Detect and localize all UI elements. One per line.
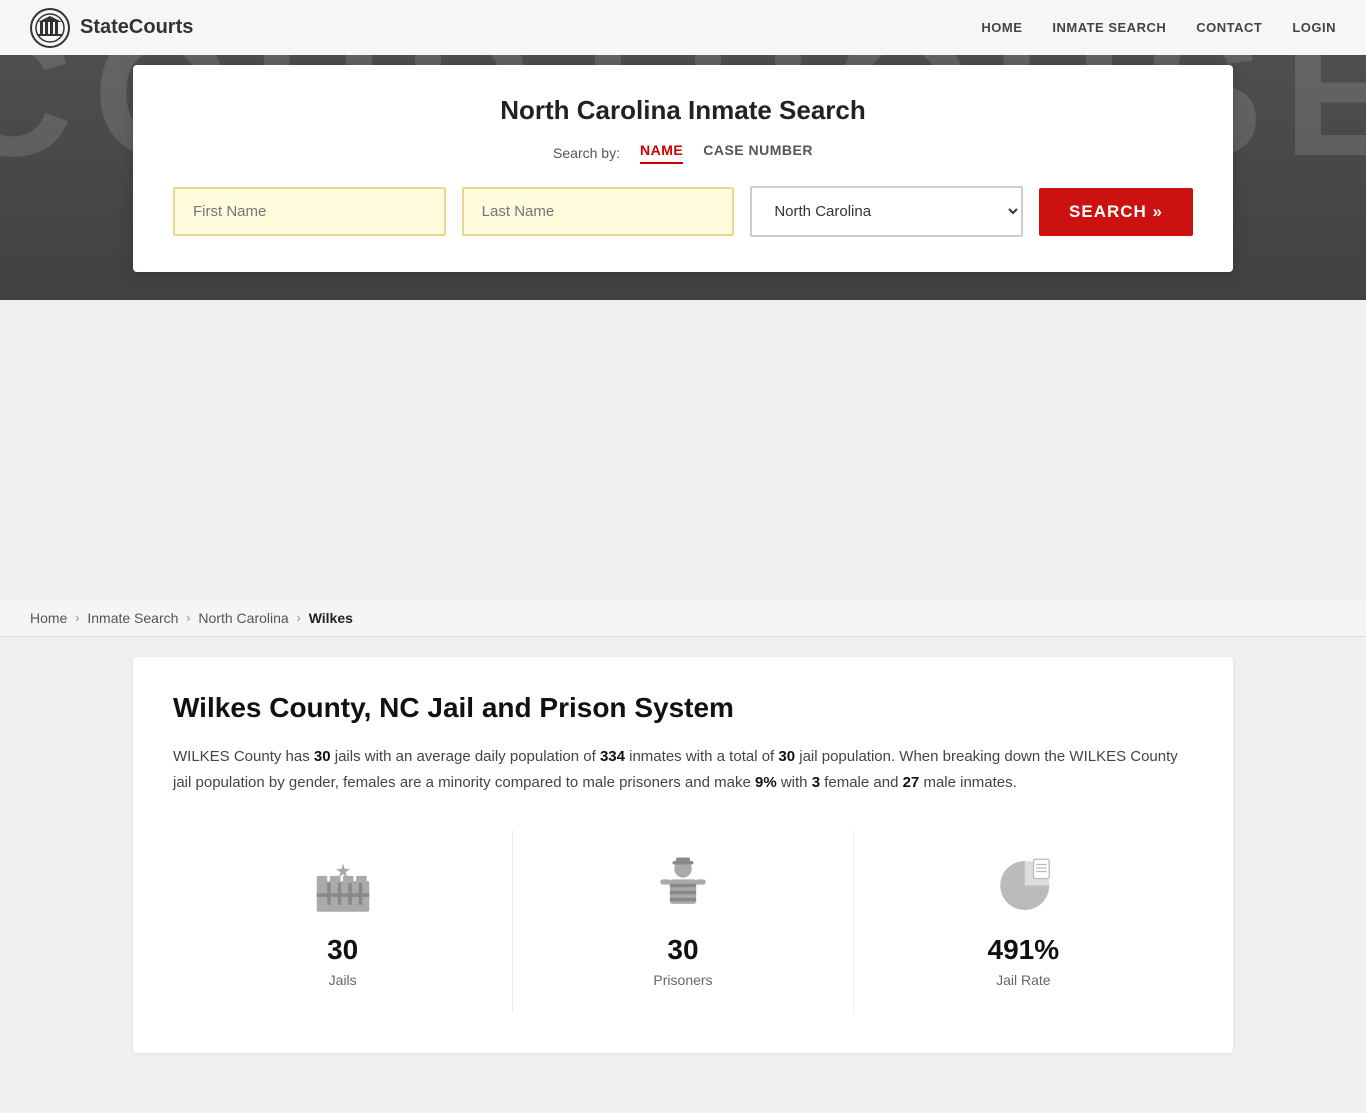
logo-icon: [30, 8, 70, 48]
breadcrumb-sep-1: ›: [75, 611, 79, 625]
desc-end: male inmates.: [919, 774, 1017, 791]
breadcrumb-state[interactable]: North Carolina: [198, 610, 288, 626]
stat-jails: 30 Jails: [173, 830, 513, 1013]
search-button[interactable]: SEARCH »: [1039, 188, 1193, 236]
breadcrumb-county: Wilkes: [309, 610, 353, 626]
search-fields-row: North Carolina Alabama Alaska Arizona Ar…: [173, 186, 1193, 237]
header: COURTHOUSE StateCourts HOME INMATE SE: [0, 0, 1366, 300]
stat-prisoners: 30 Prisoners: [513, 830, 853, 1013]
site-name: StateCourts: [80, 16, 193, 39]
female-pct: 9%: [755, 774, 777, 791]
avg-population: 334: [600, 748, 625, 765]
breadcrumb-inmate-search[interactable]: Inmate Search: [87, 610, 178, 626]
chart-icon: [983, 850, 1063, 920]
jails-stat-number: 30: [327, 934, 358, 966]
prisoner-icon: [643, 850, 723, 920]
stat-jail-rate: 491% Jail Rate: [854, 830, 1193, 1013]
jails-count: 30: [314, 748, 331, 765]
search-by-row: Search by: NAME CASE NUMBER: [173, 142, 1193, 164]
desc-mid5: female and: [820, 774, 903, 791]
jails-stat-label: Jails: [329, 972, 357, 988]
tab-case-number[interactable]: CASE NUMBER: [703, 142, 813, 164]
breadcrumb-home[interactable]: Home: [30, 610, 67, 626]
desc-mid1: jails with an average daily population o…: [331, 748, 600, 765]
breadcrumb-sep-3: ›: [297, 611, 301, 625]
stats-row: 30 Jails: [173, 830, 1193, 1013]
nav-home[interactable]: HOME: [981, 20, 1022, 35]
desc-mid4: with: [777, 774, 812, 791]
total-jail-pop: 30: [778, 748, 795, 765]
last-name-input[interactable]: [462, 187, 735, 236]
nav-inmate-search[interactable]: INMATE SEARCH: [1052, 20, 1166, 35]
breadcrumb: Home › Inmate Search › North Carolina › …: [0, 600, 1366, 637]
jail-rate-stat-number: 491%: [988, 934, 1060, 966]
prisoners-stat-number: 30: [667, 934, 698, 966]
nav-links: HOME INMATE SEARCH CONTACT LOGIN: [981, 20, 1336, 35]
tab-name[interactable]: NAME: [640, 142, 683, 164]
navigation-bar: StateCourts HOME INMATE SEARCH CONTACT L…: [0, 0, 1366, 55]
breadcrumb-sep-2: ›: [186, 611, 190, 625]
nav-contact[interactable]: CONTACT: [1196, 20, 1262, 35]
desc-before: WILKES County has: [173, 748, 314, 765]
search-card-title: North Carolina Inmate Search: [173, 95, 1193, 126]
county-description: WILKES County has 30 jails with an avera…: [173, 744, 1193, 795]
main-content: Wilkes County, NC Jail and Prison System…: [0, 657, 1366, 1113]
desc-mid2: inmates with a total of: [625, 748, 778, 765]
first-name-input[interactable]: [173, 187, 446, 236]
search-by-label: Search by:: [553, 145, 620, 161]
search-card: North Carolina Inmate Search Search by: …: [133, 65, 1233, 272]
jail-icon: [303, 850, 383, 920]
jail-rate-stat-label: Jail Rate: [996, 972, 1050, 988]
female-count: 3: [812, 774, 820, 791]
logo-area: StateCourts: [30, 8, 981, 48]
male-count: 27: [903, 774, 920, 791]
nav-login[interactable]: LOGIN: [1292, 20, 1336, 35]
state-select[interactable]: North Carolina Alabama Alaska Arizona Ar…: [750, 186, 1023, 237]
content-card: Wilkes County, NC Jail and Prison System…: [133, 657, 1233, 1053]
prisoners-stat-label: Prisoners: [653, 972, 712, 988]
county-title: Wilkes County, NC Jail and Prison System: [173, 692, 1193, 724]
